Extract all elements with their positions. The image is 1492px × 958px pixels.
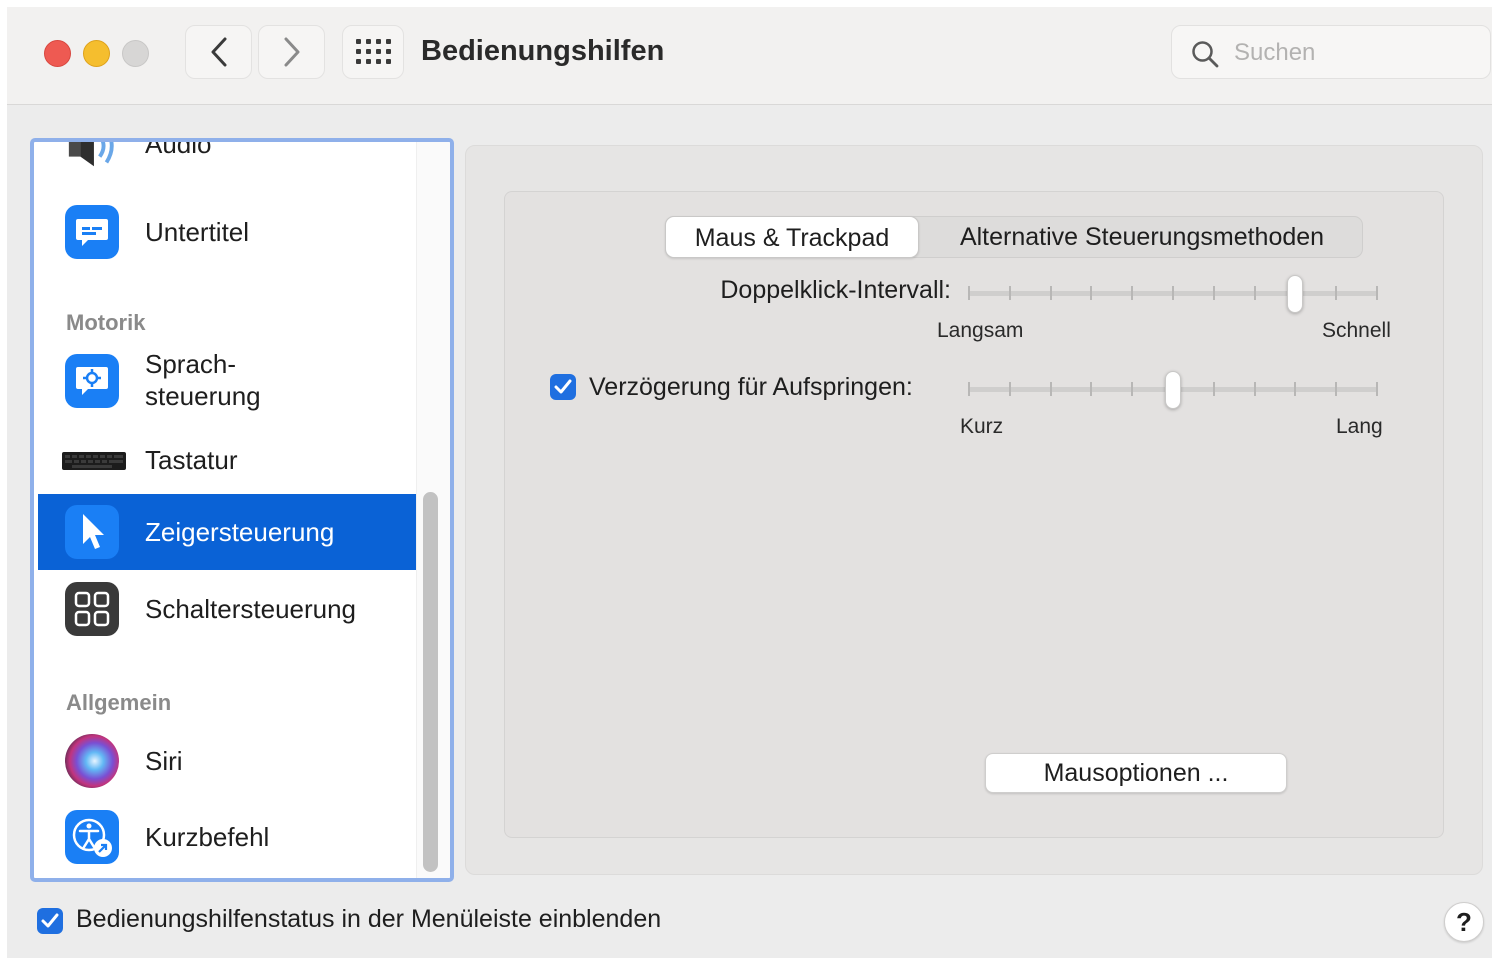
section-header-allgemein: Allgemein: [66, 690, 172, 715]
section-header-motorik: Motorik: [66, 310, 146, 335]
spring-loading-label: Verzögerung für Aufspringen:: [589, 373, 913, 401]
captions-icon: [65, 205, 119, 259]
siri-icon: [65, 734, 119, 788]
window-title: Bedienungshilfen: [421, 35, 665, 67]
chevron-left-icon: [211, 37, 226, 67]
sidebar-item-schaltersteuerung[interactable]: Schaltersteuerung: [38, 572, 416, 646]
sidebar-item-untertitel[interactable]: Untertitel: [38, 195, 416, 269]
speaker-icon: [65, 142, 119, 173]
slider-max-label: Lang: [1336, 415, 1383, 438]
slider-tick: [1376, 286, 1378, 300]
slider-tick: [1009, 382, 1011, 396]
slider-tick: [968, 286, 970, 300]
slider-tick: [1050, 382, 1052, 396]
sidebar-item-label: Siri: [145, 746, 183, 776]
sidebar-item-label: Zeigersteuerung: [145, 517, 335, 547]
sidebar-item-kurzbefehl[interactable]: Kurzbefehl: [38, 800, 416, 874]
slider-tick: [1213, 382, 1215, 396]
grid-icon: [356, 39, 391, 64]
scrollbar-thumb[interactable]: [423, 492, 438, 872]
search-icon: [1192, 41, 1219, 68]
slider-tick: [1009, 286, 1011, 300]
tab-content: Maus & Trackpad Alternative Steuerungsme…: [504, 191, 1444, 838]
slider-tick: [1254, 286, 1256, 300]
slider-min-label: Kurz: [960, 415, 1004, 438]
sidebar-item-label: Tastatur: [145, 445, 238, 475]
accessibility-shortcut-icon: [65, 810, 119, 864]
tab-maus-trackpad[interactable]: Maus & Trackpad: [665, 216, 919, 258]
spring-loading-checkbox[interactable]: [550, 374, 576, 400]
checkmark-icon: [41, 913, 59, 928]
spring-loading-slider[interactable]: [968, 371, 1378, 409]
slider-tick: [1213, 286, 1215, 300]
chevron-right-icon: [284, 37, 299, 67]
slider-min-label: Langsam: [937, 319, 1024, 342]
minimize-window-button[interactable]: [83, 40, 110, 67]
title-bar: Bedienungshilfen: [7, 7, 1492, 105]
back-button[interactable]: [185, 25, 252, 79]
show-all-button[interactable]: [342, 25, 404, 79]
close-window-button[interactable]: [44, 40, 71, 67]
forward-button[interactable]: [258, 25, 325, 79]
slider-tick: [1335, 286, 1337, 300]
tab-alternative-steuerungsmethoden[interactable]: Alternative Steuerungsmethoden: [922, 217, 1362, 257]
search-input[interactable]: [1232, 34, 1476, 72]
double-click-slider[interactable]: [968, 275, 1378, 313]
sidebar-item-label: Kurzbefehl: [145, 822, 270, 852]
slider-tick: [1131, 286, 1133, 300]
slider-max-label: Schnell: [1322, 319, 1391, 342]
sidebar-item-tastatur[interactable]: Tastatur: [38, 424, 416, 496]
checkmark-icon: [554, 379, 572, 394]
preferences-window: Bedienungshilfen Audio: [7, 7, 1492, 958]
switch-control-icon: [65, 582, 119, 636]
slider-tick: [1090, 286, 1092, 300]
slider-tick: [1050, 286, 1052, 300]
slider-tick: [1090, 382, 1092, 396]
keyboard-icon: [62, 434, 126, 488]
zoom-window-button[interactable]: [122, 40, 149, 67]
double-click-label: Doppelklick-Intervall:: [720, 276, 951, 304]
search-field[interactable]: [1171, 25, 1491, 79]
sidebar-item-label: Schaltersteuerung: [145, 594, 357, 624]
slider-knob[interactable]: [1287, 275, 1303, 313]
sidebar-item-zeigersteuerung[interactable]: Zeigersteuerung: [38, 494, 416, 570]
pointer-icon: [65, 505, 119, 559]
slider-tick: [1335, 382, 1337, 396]
sidebar-item-audio[interactable]: Audio: [38, 138, 416, 176]
slider-tick: [1131, 382, 1133, 396]
show-status-label: Bedienungshilfenstatus in der Menüleiste…: [76, 905, 662, 933]
slider-tick: [1172, 286, 1174, 300]
sidebar-item-label: Untertitel: [145, 217, 250, 247]
mouse-options-button[interactable]: Mausoptionen ...: [985, 753, 1287, 793]
voice-control-icon: [65, 354, 119, 408]
sidebar-item-label: Audio: [145, 138, 212, 159]
slider-tick: [1294, 382, 1296, 396]
sidebar-list[interactable]: Audio Untertitel Motorik Sprach- steueru…: [30, 138, 454, 882]
settings-panel: Maus & Trackpad Alternative Steuerungsme…: [465, 145, 1483, 875]
slider-knob[interactable]: [1165, 371, 1181, 409]
sidebar-item-label-line2: steuerung: [145, 381, 261, 411]
slider-tick: [1376, 382, 1378, 396]
tab-bar: Maus & Trackpad Alternative Steuerungsme…: [665, 216, 1363, 258]
slider-tick: [1254, 382, 1256, 396]
help-button[interactable]: ?: [1444, 902, 1484, 942]
sidebar-item-siri[interactable]: Siri: [38, 724, 416, 798]
sidebar-item-label-line1: Sprach-: [145, 349, 237, 379]
show-status-checkbox[interactable]: [37, 908, 63, 934]
sidebar-item-sprachsteuerung[interactable]: Sprach- steuerung: [38, 342, 416, 422]
slider-tick: [968, 382, 970, 396]
